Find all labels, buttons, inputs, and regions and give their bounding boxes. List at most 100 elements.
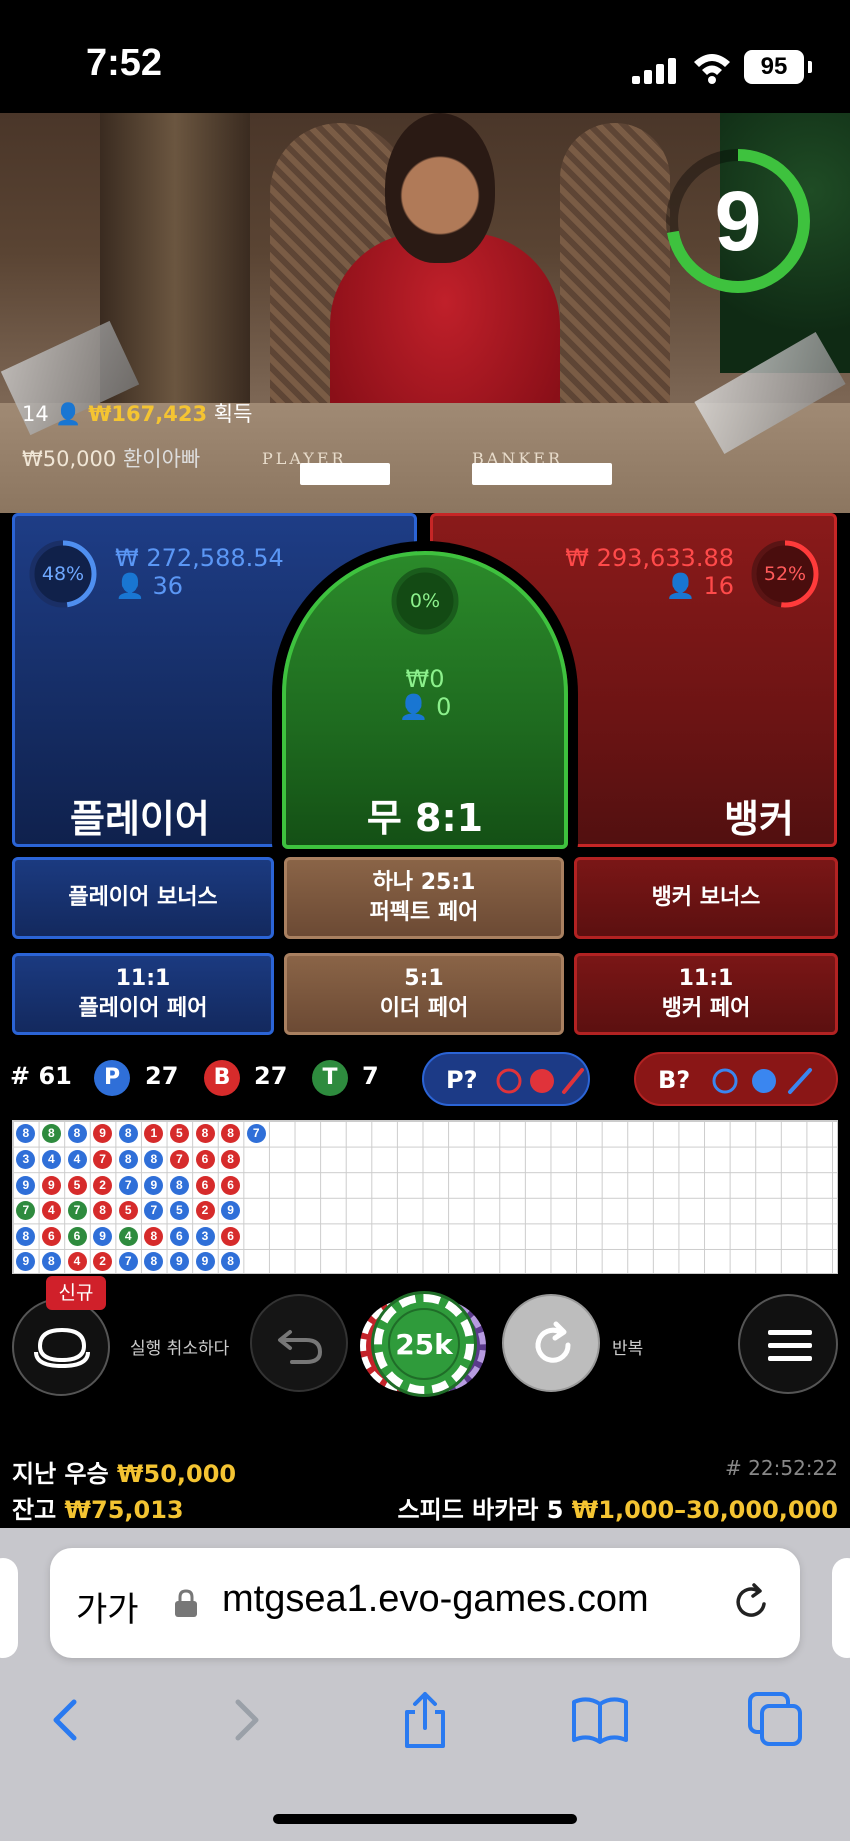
live-video: PLAYER BANKER 14 👤 ₩167,423 획득 ₩50,000 환… (0, 113, 850, 513)
bead: 8 (16, 1226, 36, 1246)
bead-road[interactable]: 8397898494688457649728928875471897885785… (12, 1120, 838, 1274)
banker-amount: ₩ 293,633.88 (565, 544, 734, 572)
player-pair-odds: 11:1 (115, 966, 171, 991)
last-winner-name: 환이아빠 (122, 447, 201, 471)
bead: 7 (118, 1175, 138, 1195)
bead: 6 (221, 1175, 241, 1195)
bead: 8 (118, 1149, 138, 1169)
bead: 9 (93, 1226, 113, 1246)
player-wins-count: 27 (145, 1062, 179, 1090)
menu-button[interactable] (738, 1294, 838, 1394)
last-win-label: 지난 우승 (12, 1460, 109, 1488)
banker-predict-button[interactable]: B? (634, 1052, 838, 1106)
tie-pct-ring: 0% (389, 565, 461, 637)
bead: 7 (67, 1201, 87, 1221)
new-badge: 신규 (46, 1276, 106, 1310)
player-pct: 48% (41, 563, 85, 585)
winners-info: 14 👤 ₩167,423 획득 (22, 398, 252, 428)
person-icon: 👤 (115, 572, 145, 600)
bead: 4 (118, 1226, 138, 1246)
perfect-pair-button[interactable]: 하나 25:1 퍼펙트 페어 (284, 857, 564, 939)
bead: 4 (41, 1149, 61, 1169)
player-pair-button[interactable]: 11:1 플레이어 페어 (12, 953, 274, 1035)
repeat-button[interactable] (502, 1294, 600, 1392)
status-bar: 7:52 95 (0, 0, 850, 113)
balance: 잔고 ₩75,013 (12, 1490, 184, 1525)
either-pair-label: 이더 페어 (379, 996, 469, 1021)
predict-markers-icon (496, 1068, 584, 1094)
bead: 2 (93, 1175, 113, 1195)
banker-bonus-button[interactable]: 뱅커 보너스 (574, 857, 838, 939)
bead: 8 (118, 1124, 138, 1144)
clock: 7:52 (86, 42, 163, 84)
winners-count: 14 (22, 402, 49, 426)
tie-wins-badge: T (312, 1060, 348, 1096)
repeat-icon (535, 1321, 571, 1363)
either-pair-button[interactable]: 5:1 이더 페어 (284, 953, 564, 1035)
address-bar[interactable]: 가가 mtgsea1.evo-games.com (50, 1548, 800, 1658)
chip-value: 25k (388, 1308, 460, 1380)
banker-pair-button[interactable]: 11:1 뱅커 페어 (574, 953, 838, 1035)
bet-tie[interactable]: 0% ₩0 👤 0 무 8:1 (282, 551, 568, 849)
tie-stats: ₩0 👤 0 (286, 665, 564, 721)
bead: 7 (246, 1124, 266, 1144)
chip-selector[interactable]: 25k (360, 1294, 500, 1394)
forward-icon[interactable] (216, 1690, 276, 1750)
bead: 6 (41, 1226, 61, 1246)
tie-pct: 0% (409, 590, 441, 612)
player-predict-button[interactable]: P? (422, 1052, 590, 1106)
last-winner-amount: ₩50,000 (22, 447, 117, 471)
either-pair-odds: 5:1 (404, 966, 444, 991)
lobby-button[interactable] (12, 1298, 110, 1396)
reader-settings-button[interactable]: 가가 (76, 1582, 139, 1631)
bead: 4 (41, 1201, 61, 1221)
lock-icon (175, 1589, 197, 1617)
banker-stats: ₩ 293,633.88 👤 16 (565, 544, 734, 600)
tie-amount: ₩0 (405, 665, 445, 693)
table-info: 스피드 바카라 5 ₩1,000–30,000,000 (398, 1490, 838, 1525)
countdown-value: 9 (714, 174, 762, 268)
banker-pct: 52% (763, 563, 807, 585)
player-pair-label: 플레이어 페어 (78, 996, 208, 1021)
bead: 7 (93, 1149, 113, 1169)
battery-icon: 95 (744, 50, 812, 84)
balance-label: 잔고 (12, 1496, 57, 1524)
person-icon: 👤 (55, 402, 82, 426)
betting-area: 48% ₩ 272,588.54 👤 36 플레이어 52% ₩ 293,633… (0, 513, 850, 1040)
tabs-icon[interactable] (746, 1690, 806, 1750)
reload-icon[interactable] (732, 1582, 772, 1622)
banker-wins-badge: B (204, 1060, 240, 1096)
round-id: # 22:52:22 (725, 1456, 838, 1480)
bead: 7 (118, 1252, 138, 1272)
bet-controls: 신규 실행 취소하다 25k 반복 (0, 1276, 850, 1406)
browser-chrome: 가가 mtgsea1.evo-games.com (0, 1528, 850, 1841)
bead: 5 (118, 1201, 138, 1221)
footer-info: 지난 우승 ₩50,000 잔고 ₩75,013 # 22:52:22 스피드 … (0, 1446, 850, 1526)
next-tab-preview[interactable] (832, 1558, 850, 1658)
bookmarks-icon[interactable] (570, 1690, 630, 1750)
table-icon (34, 1327, 90, 1369)
banker-count: 16 (703, 572, 734, 600)
undo-label: 실행 취소하다 (130, 1339, 230, 1359)
tie-label: 무 8:1 (366, 796, 484, 840)
selected-chip-icon: 25k (374, 1294, 474, 1394)
bead: 6 (221, 1226, 241, 1246)
prev-tab-preview[interactable] (0, 1558, 18, 1658)
player-pct-ring: 48% (27, 538, 99, 610)
repeat-label: 반복 (612, 1339, 644, 1359)
back-icon[interactable] (36, 1690, 96, 1750)
banker-cards (472, 463, 612, 485)
banker-pct-ring: 52% (749, 538, 821, 610)
player-cards (300, 463, 390, 485)
undo-button[interactable] (250, 1294, 348, 1392)
bead: 8 (169, 1175, 189, 1195)
bead: 6 (195, 1149, 215, 1169)
share-icon[interactable] (395, 1690, 455, 1750)
player-bonus-button[interactable]: 플레이어 보너스 (12, 857, 274, 939)
winners-amount: ₩167,423 (88, 402, 208, 426)
player-stats: ₩ 272,588.54 👤 36 (115, 544, 284, 600)
person-icon: 👤 (398, 693, 429, 721)
bead: 2 (195, 1201, 215, 1221)
bead: 6 (195, 1175, 215, 1195)
banker-pair-label: 뱅커 페어 (661, 996, 751, 1021)
